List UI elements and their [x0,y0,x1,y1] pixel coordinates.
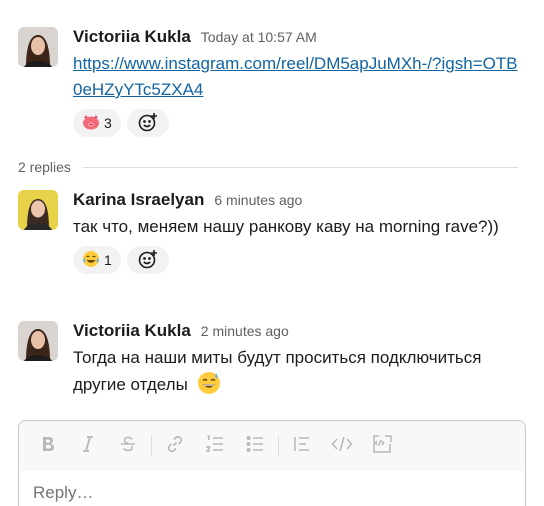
italic-icon [80,435,96,458]
code-button[interactable] [325,431,359,461]
message-content: Victoriia Kukla 2 minutes ago Тогда на н… [73,321,526,403]
italic-button[interactable] [71,431,105,461]
avatar-victoriia[interactable] [18,321,58,361]
sweat-smile-emoji-icon [197,371,221,403]
message-text-body: Тогда на наши миты будут проситься подкл… [73,348,482,394]
bold-icon [40,435,56,458]
strikethrough-button[interactable] [111,431,145,461]
formatting-toolbar [19,421,525,471]
author-name[interactable]: Karina Israelyan [73,190,204,210]
message-header: Victoriia Kukla Today at 10:57 AM [73,27,526,49]
message-header: Victoriia Kukla 2 minutes ago [73,321,526,343]
timestamp[interactable]: 6 minutes ago [214,192,302,208]
bulleted-list-button[interactable] [238,431,272,461]
author-name[interactable]: Victoriia Kukla [73,27,191,47]
message-text: Тогда на наши миты будут проситься подкл… [73,345,526,403]
add-reaction-button[interactable] [126,246,169,274]
code-block-button[interactable] [365,431,399,461]
reaction-pig[interactable]: 3 [73,109,121,137]
blockquote-button[interactable] [285,431,319,461]
message-link[interactable]: https://www.instagram.com/reel/DM5apJuMX… [73,54,518,99]
replies-divider: 2 replies [18,157,518,177]
toolbar-divider [278,436,279,456]
message-text: так что, меняем нашу ранкову каву на mor… [73,217,499,236]
reaction-count: 3 [104,115,112,131]
message-content: Victoriia Kukla Today at 10:57 AM https:… [73,27,526,137]
avatar-victoriia[interactable] [18,27,58,67]
link-icon [165,434,185,459]
timestamp[interactable]: Today at 10:57 AM [201,29,317,45]
message-header: Karina Israelyan 6 minutes ago [73,190,526,212]
reactions: 1 [73,246,526,274]
reactions: 3 [73,109,526,137]
link-button[interactable] [158,431,192,461]
message-text: https://www.instagram.com/reel/DM5apJuMX… [73,51,526,103]
add-reaction-button[interactable] [126,109,169,137]
divider-line [82,166,518,168]
code-block-icon [371,434,393,459]
pig-face-icon [82,114,100,133]
bold-button[interactable] [31,431,65,461]
reply-input[interactable] [33,483,493,503]
bulleted-list-icon [245,435,265,458]
toolbar-divider [151,436,152,456]
ordered-list-icon [205,434,225,458]
ordered-list-button[interactable] [198,431,232,461]
message-content: Karina Israelyan 6 minutes ago так что, … [73,190,526,274]
joy-emoji-icon [82,250,100,271]
timestamp[interactable]: 2 minutes ago [201,323,289,339]
code-icon [331,435,353,458]
add-emoji-icon [137,111,159,136]
avatar-karina[interactable] [18,190,58,230]
blockquote-icon [292,435,312,458]
strikethrough-icon [119,435,137,458]
reaction-count: 1 [104,252,112,268]
replies-count: 2 replies [18,159,71,175]
author-name[interactable]: Victoriia Kukla [73,321,191,341]
reply-composer [18,420,526,506]
add-emoji-icon [137,248,159,273]
reaction-joy[interactable]: 1 [73,246,121,274]
